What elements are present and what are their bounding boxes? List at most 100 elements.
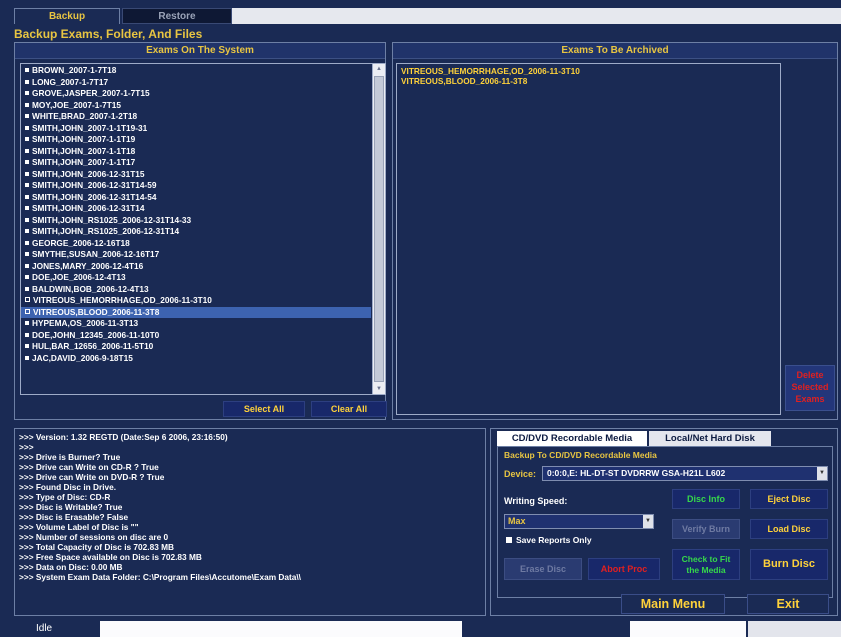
exit-button[interactable]: Exit	[747, 594, 829, 614]
exam-list-item[interactable]: SMITH,JOHN_2007-1-1T19-31	[21, 123, 371, 135]
clear-all-button[interactable]: Clear All	[311, 401, 387, 417]
exam-label: HYPEMA,OS_2006-11-3T13	[32, 318, 139, 328]
exam-list-item[interactable]: SMITH,JOHN_2006-12-31T15	[21, 169, 371, 181]
scroll-down-icon[interactable]: ▼	[376, 386, 382, 392]
bullet-icon	[25, 252, 29, 256]
log-line: >>> Total Capacity of Disc is 702.83 MB	[19, 542, 175, 552]
bullet-icon	[25, 344, 29, 348]
exam-list-item[interactable]: GEORGE_2006-12-16T18	[21, 238, 371, 250]
bullet-icon	[25, 275, 29, 279]
log-line: >>> Number of sessions on disc are 0	[19, 532, 169, 542]
exam-list-item[interactable]: LONG_2007-1-7T17	[21, 77, 371, 89]
archive-list-item[interactable]: VITREOUS,BLOOD_2006-11-3T8	[397, 76, 780, 86]
eject-disc-button[interactable]: Eject Disc	[750, 489, 828, 509]
exam-label: SMITH,JOHN_2006-12-31T14-54	[32, 191, 157, 202]
abort-proc-button[interactable]: Abort Proc	[588, 558, 660, 580]
exam-list-item[interactable]: SMITH,JOHN_2007-1-1T19	[21, 134, 371, 146]
exam-list-item[interactable]: HUL,BAR_12656_2006-11-5T10	[21, 341, 371, 353]
bullet-icon	[25, 148, 29, 153]
checkbox-icon[interactable]	[506, 537, 512, 543]
exam-list-item[interactable]: GROVE,JASPER_2007-1-7T15	[21, 88, 371, 100]
log-line: >>> Disc is Erasable? False	[19, 512, 129, 522]
scroll-up-icon[interactable]: ▲	[376, 66, 382, 72]
exam-label: GROVE,JASPER_2007-1-7T15	[32, 88, 150, 98]
exam-list-item[interactable]: DOE,JOE_2006-12-4T13	[21, 272, 371, 284]
exam-list-item[interactable]: VITREOUS_HEMORRHAGE,OD_2006-11-3T10	[21, 295, 371, 307]
tab-restore[interactable]: Restore	[122, 8, 232, 24]
bullet-icon	[25, 332, 29, 337]
exam-list-item[interactable]: SMITH,JOHN_2006-12-31T14-59	[21, 180, 371, 192]
bullet-icon	[25, 160, 29, 164]
writing-speed-select[interactable]: Max ▼	[504, 514, 654, 529]
log-line: >>> Version: 1.32 REGTD (Date:Sep 6 2006…	[19, 432, 228, 442]
exam-label: MOY,JOE_2007-1-7T15	[32, 99, 122, 110]
exam-list-item[interactable]: SMITH,JOHN_RS1025_2006-12-31T14-33	[21, 215, 371, 227]
save-reports-checkbox[interactable]: Save Reports Only	[506, 535, 592, 545]
save-reports-label: Save Reports Only	[516, 535, 592, 545]
delete-selected-exams-button[interactable]: Delete Selected Exams	[785, 365, 835, 411]
bullet-icon	[25, 355, 29, 360]
exams-list[interactable]: BROWN_2007-1-7T18 LONG_2007-1-7T17 GROVE,J…	[20, 63, 386, 395]
exam-list-item[interactable]: HYPEMA,OS_2006-11-3T13	[21, 318, 371, 330]
exam-list-item[interactable]: SMYTHE,SUSAN_2006-12-16T17	[21, 249, 371, 261]
main-menu-button[interactable]: Main Menu	[621, 594, 725, 614]
delete-label-line-1: Delete	[796, 370, 824, 380]
bullet-icon	[25, 217, 29, 222]
exam-list-item[interactable]: BALDWIN,BOB_2006-12-4T13	[21, 284, 371, 296]
device-select[interactable]: 0:0:0,E: HL-DT-ST DVDRRW GSA-H21L L602 ▼	[542, 466, 828, 481]
verify-burn-button[interactable]: Verify Burn	[672, 519, 740, 539]
speed-dropdown-icon[interactable]: ▼	[643, 515, 653, 528]
scroll-thumb[interactable]	[374, 76, 384, 382]
exam-list-item[interactable]: SMITH,JOHN_2006-12-31T14-54	[21, 192, 371, 204]
bullet-icon	[25, 114, 29, 118]
exam-list-item[interactable]: WHITE,BRAD_2007-1-2T18	[21, 111, 371, 123]
exam-list-item[interactable]: SMITH,JOHN_RS1025_2006-12-31T14	[21, 226, 371, 238]
checkbox-icon	[25, 308, 30, 314]
exam-label: SMITH,JOHN_2006-12-31T14-59	[32, 180, 157, 190]
tab-local-net-hard-disk[interactable]: Local/Net Hard Disk	[649, 431, 771, 446]
exam-label: BALDWIN,BOB_2006-12-4T13	[32, 283, 149, 294]
log-line: >>> Drive can Write on CD-R ? True	[19, 462, 159, 472]
status-bar: Idle	[0, 620, 841, 637]
exam-list-item[interactable]: MOY,JOE_2007-1-7T15	[21, 100, 371, 112]
log-line: >>> Free Space available on Disc is 702.…	[19, 552, 202, 562]
exams-panel: Exams On The System BROWN_2007-1-7T18 LON…	[14, 42, 387, 420]
log-line: >>> Drive can Write on DVD-R ? True	[19, 472, 165, 482]
status-field-right	[630, 621, 746, 637]
log-line: >>> System Exam Data Folder: C:\Program …	[19, 572, 301, 582]
exam-list-item[interactable]: BROWN_2007-1-7T18	[21, 65, 371, 77]
archive-list-item[interactable]: VITREOUS_HEMORRHAGE,OD_2006-11-3T10	[397, 66, 780, 76]
tab-cd-dvd-media[interactable]: CD/DVD Recordable Media	[497, 431, 647, 446]
erase-disc-button[interactable]: Erase Disc	[504, 558, 582, 580]
exam-label: SMYTHE,SUSAN_2006-12-16T17	[32, 249, 160, 259]
archive-list[interactable]: VITREOUS_HEMORRHAGE,OD_2006-11-3T10 VITRE…	[396, 63, 781, 415]
top-bar	[232, 8, 841, 24]
exam-list-item[interactable]: SMITH,JOHN_2007-1-1T18	[21, 146, 371, 158]
exam-list-item[interactable]: SMITH,JOHN_2007-1-1T17	[21, 157, 371, 169]
exams-scrollbar[interactable]: ▲ ▼	[372, 64, 385, 394]
check-to-fit-button[interactable]: Check to Fit the Media	[672, 549, 740, 580]
bullet-icon	[25, 68, 29, 72]
tab-backup[interactable]: Backup	[14, 8, 120, 24]
exam-label: LONG_2007-1-7T17	[32, 76, 109, 87]
exam-list-item[interactable]: DOE,JOHN_12345_2006-11-10T0	[21, 330, 371, 342]
writing-speed-label: Writing Speed:	[504, 496, 568, 506]
exam-list-item[interactable]: JONES,MARY_2006-12-4T16	[21, 261, 371, 273]
delete-label-line-3: Exams	[795, 394, 825, 404]
select-all-button[interactable]: Select All	[223, 401, 305, 417]
exams-panel-title: Exams On The System	[15, 43, 385, 59]
exam-label: SMITH,JOHN_2007-1-1T17	[32, 157, 136, 167]
exam-list-item[interactable]: SMITH,JOHN_2006-12-31T14	[21, 203, 371, 215]
exam-label: DOE,JOHN_12345_2006-11-10T0	[32, 329, 160, 340]
exam-label: JAC,DAVID_2006-9-18T15	[32, 352, 133, 363]
load-disc-button[interactable]: Load Disc	[750, 519, 828, 539]
exam-list-item[interactable]: VITREOUS,BLOOD_2006-11-3T8	[21, 306, 371, 318]
exam-list-item[interactable]: JAC,DAVID_2006-9-18T15	[21, 353, 371, 365]
disc-info-button[interactable]: Disc Info	[672, 489, 740, 509]
exam-label: SMITH,JOHN_RS1025_2006-12-31T14-33	[32, 214, 192, 225]
bullet-icon	[25, 206, 29, 210]
bullet-icon	[25, 171, 29, 176]
burn-disc-button[interactable]: Burn Disc	[750, 549, 828, 580]
device-dropdown-icon[interactable]: ▼	[817, 467, 827, 480]
log-panel: >>> Version: 1.32 REGTD (Date:Sep 6 2006…	[14, 428, 486, 616]
